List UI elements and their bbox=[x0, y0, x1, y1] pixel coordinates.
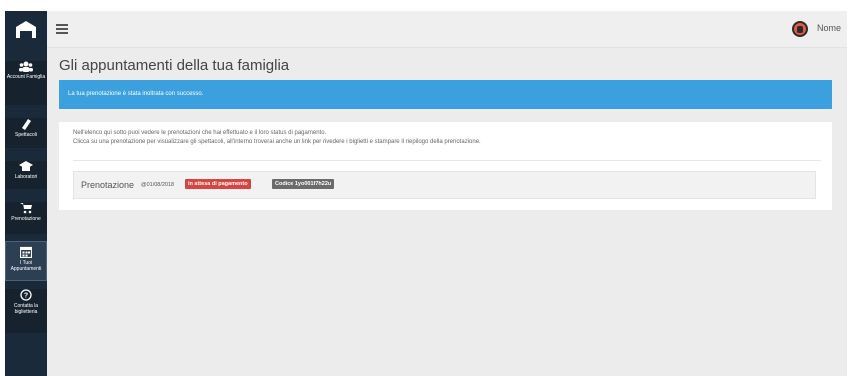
graduation-cap-icon bbox=[19, 161, 33, 171]
user-icon bbox=[797, 25, 803, 33]
info-text-line-1: Nell'elenco qui sotto puoi vedere le pre… bbox=[73, 130, 327, 136]
cart-icon bbox=[19, 203, 32, 214]
sidebar-item-label: Spettacoli bbox=[15, 132, 37, 138]
sidebar-item-prenotazione[interactable]: Prenotazione bbox=[5, 202, 47, 234]
divider bbox=[73, 160, 821, 161]
page-title: Gli appuntamenti della tua famiglia bbox=[59, 57, 290, 74]
sidebar-item-label: Prenotazione bbox=[11, 216, 41, 222]
ticket-icon bbox=[22, 119, 31, 130]
sidebar-item-spettacoli[interactable]: Spettacoli bbox=[5, 118, 47, 148]
main-content: Gli appuntamenti della tua famiglia La t… bbox=[47, 48, 847, 376]
sidebar-item-label: I Tuoi Appuntamenti bbox=[10, 260, 42, 272]
avatar[interactable] bbox=[792, 21, 808, 37]
appointments-card: Nell'elenco qui sotto puoi vedere le pre… bbox=[59, 122, 832, 210]
sidebar-item-laboratori[interactable]: Laboratori bbox=[5, 161, 47, 189]
user-name[interactable]: Nome bbox=[817, 23, 841, 33]
calendar-icon bbox=[20, 246, 32, 258]
sidebar: Account Famiglia Spettacoli Laboratori P… bbox=[5, 11, 47, 376]
sidebar-item-contatta-biglietteria[interactable]: ? Contatta la biglietteria bbox=[5, 289, 47, 333]
booking-label: Prenotazione bbox=[81, 180, 135, 190]
hamburger-menu-icon[interactable] bbox=[56, 24, 68, 34]
logo[interactable] bbox=[5, 11, 47, 47]
sidebar-item-label: Contatta la biglietteria bbox=[13, 303, 39, 315]
window-edge bbox=[847, 11, 852, 376]
sidebar-item-i-tuoi-appuntamenti[interactable]: I Tuoi Appuntamenti bbox=[5, 241, 47, 281]
info-text-line-2: Clicca su una prenotazione per visualizz… bbox=[73, 139, 481, 145]
success-alert: La tua prenotazione è stata inoltrata co… bbox=[59, 80, 832, 109]
house-logo-icon bbox=[16, 21, 36, 38]
sidebar-item-account-famiglia[interactable]: Account Famiglia bbox=[5, 61, 47, 105]
users-icon bbox=[19, 61, 33, 72]
booking-row[interactable]: Prenotazione @01/08/2018 in attesa di pa… bbox=[73, 171, 816, 199]
top-bar: Nome bbox=[47, 11, 847, 48]
top-strip bbox=[0, 0, 852, 11]
svg-text:?: ? bbox=[24, 293, 28, 300]
status-badge: in attesa di pagamento bbox=[185, 179, 251, 189]
help-circle-icon: ? bbox=[20, 289, 32, 301]
sidebar-item-label: Laboratori bbox=[14, 174, 38, 180]
sidebar-item-label: Account Famiglia bbox=[6, 74, 46, 80]
booking-code-badge: Codice 1yo001f7h22u bbox=[272, 179, 335, 189]
booking-date: @01/08/2018 bbox=[141, 182, 175, 188]
